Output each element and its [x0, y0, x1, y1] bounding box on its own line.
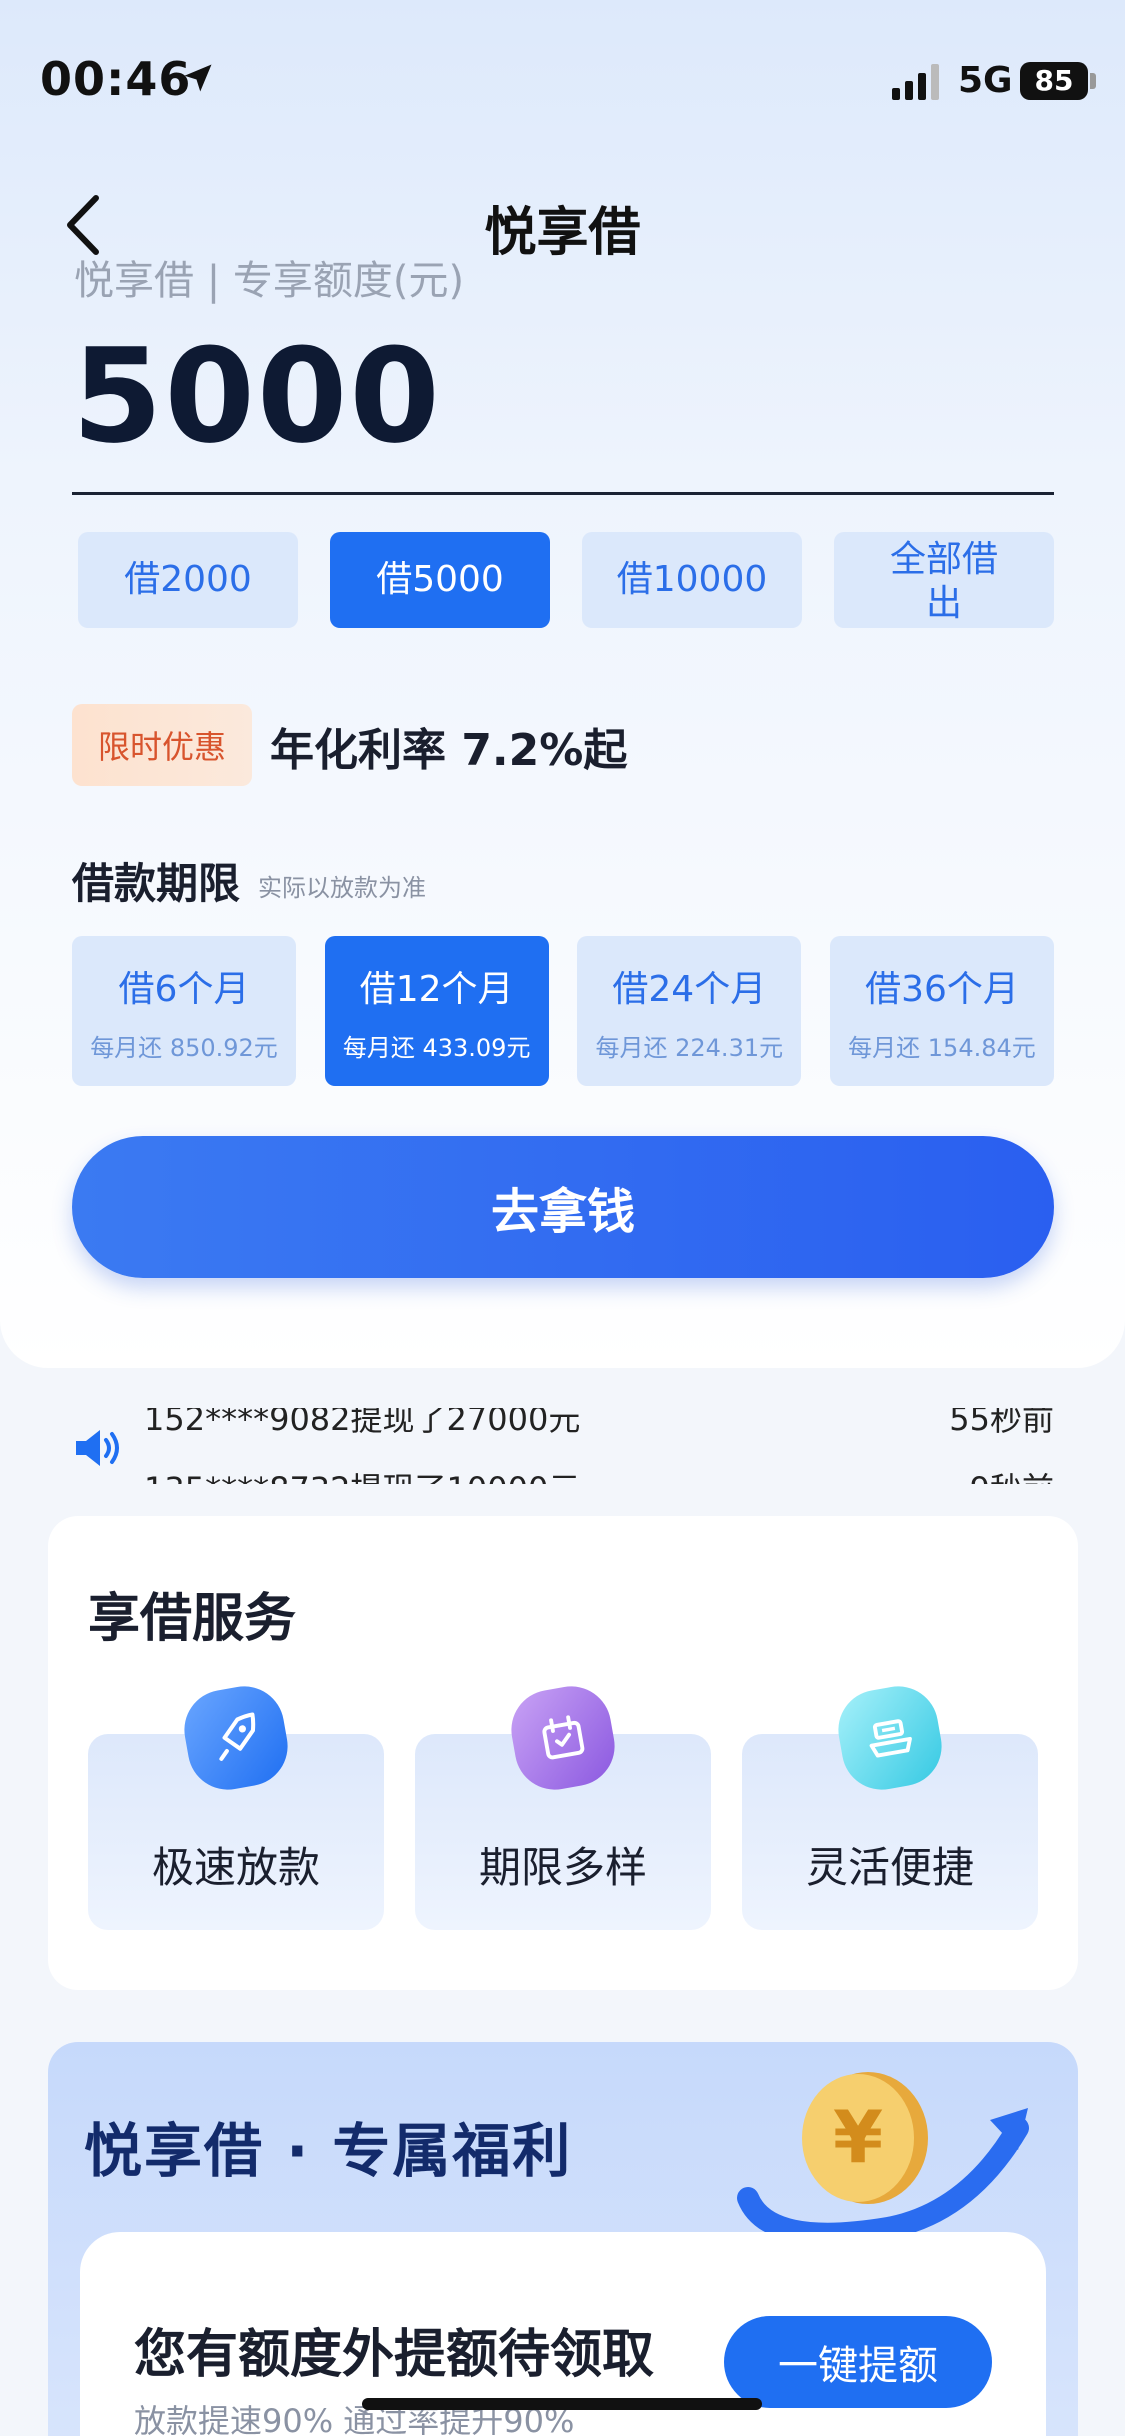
ticker-item: 135****8732提现了10000元 9秒前 [144, 1464, 1054, 1484]
withdrawal-ticker: 152****9082提现了27000元 55秒前 135****8732提现了… [72, 1408, 1054, 1484]
boost-title: 您有额度外提额待领取 [134, 2325, 655, 2385]
benefits-card: 悦享借 · 专属福利 ¥ 您有额度外提额待领取 放款提速90% 通过率提升90%… [48, 2042, 1078, 2436]
service-fast-loan[interactable]: 极速放款 [88, 1680, 384, 1930]
term-monthly: 每月还 433.09元 [342, 1033, 531, 1062]
stack-icon [832, 1680, 948, 1796]
services-title: 享借服务 [88, 1589, 297, 1649]
calendar-icon [505, 1680, 621, 1796]
service-flexible-terms[interactable]: 期限多样 [415, 1680, 711, 1930]
boost-limit-button[interactable]: 一键提额 [724, 2316, 992, 2408]
battery-tip [1090, 73, 1096, 89]
amount-underline [72, 492, 1054, 495]
amount-option-10000[interactable]: 借10000 [582, 532, 802, 628]
loan-amount-input[interactable]: 5000 [72, 320, 442, 472]
ticker-time: 9秒前 [970, 1464, 1054, 1484]
status-time: 00:46 [40, 52, 192, 106]
amount-option-2000[interactable]: 借2000 [78, 532, 298, 628]
services-card: 享借服务 极速放款 期限多样 灵活便捷 [48, 1516, 1078, 1990]
yuan-coin-icon: ¥ [737, 2072, 1029, 2245]
term-monthly: 每月还 154.84元 [848, 1033, 1036, 1062]
status-bar: 00:46 5G 85 [0, 0, 1125, 150]
promo-badge: 限时优惠 [72, 704, 252, 786]
amount-option-5000[interactable]: 借5000 [330, 532, 550, 628]
battery-icon: 85 [1020, 62, 1088, 100]
term-label: 借6个月 [118, 968, 250, 1010]
speaker-icon [76, 1430, 119, 1466]
amount-options: 借2000 借5000 借10000 全部借出 [78, 532, 1054, 628]
term-monthly: 每月还 850.92元 [90, 1033, 278, 1062]
limit-subtitle: 悦享借 | 专享额度(元) [74, 258, 465, 304]
service-label: 极速放款 [151, 1843, 320, 1892]
term-monthly: 每月还 224.31元 [595, 1033, 784, 1062]
term-option-36[interactable]: 借36个月 每月还 154.84元 [829, 936, 1054, 1086]
service-label: 灵活便捷 [805, 1843, 974, 1892]
location-arrow-icon [184, 64, 212, 92]
ticker-item: 152****9082提现了27000元 55秒前 [144, 1408, 1054, 1440]
ticker-time: 55秒前 [949, 1408, 1054, 1438]
services-list: 极速放款 期限多样 灵活便捷 [88, 1680, 1038, 1930]
home-indicator [362, 2398, 762, 2410]
rocket-icon [178, 1680, 294, 1796]
ticker-text: 152****9082提现了27000元 [144, 1408, 581, 1438]
ticker-text: 135****8732提现了10000元 [144, 1464, 580, 1484]
interest-rate-text: 年化利率 7.2%起 [270, 725, 628, 776]
term-option-24[interactable]: 借24个月 每月还 224.31元 [577, 936, 802, 1086]
term-label: 借36个月 [865, 968, 1019, 1010]
service-label: 期限多样 [478, 1843, 647, 1892]
service-convenient[interactable]: 灵活便捷 [742, 1680, 1038, 1930]
term-section-title: 借款期限 [72, 859, 241, 908]
term-label: 借12个月 [359, 968, 514, 1010]
term-option-12[interactable]: 借12个月 每月还 433.09元 [324, 936, 549, 1086]
benefits-title: 悦享借 · 专属福利 [84, 2117, 573, 2185]
signal-icon [892, 64, 939, 100]
get-money-button[interactable]: 去拿钱 [72, 1136, 1054, 1278]
term-label: 借24个月 [612, 968, 767, 1010]
term-note: 实际以放款为准 [258, 874, 426, 902]
network-type: 5G [958, 60, 1013, 101]
term-option-6[interactable]: 借6个月 每月还 850.92元 [72, 936, 296, 1086]
amount-option-all[interactable]: 全部借出 [834, 532, 1054, 628]
term-options: 借6个月 每月还 850.92元 借12个月 每月还 433.09元 借24个月… [72, 936, 1054, 1086]
svg-text:¥: ¥ [833, 2095, 883, 2179]
